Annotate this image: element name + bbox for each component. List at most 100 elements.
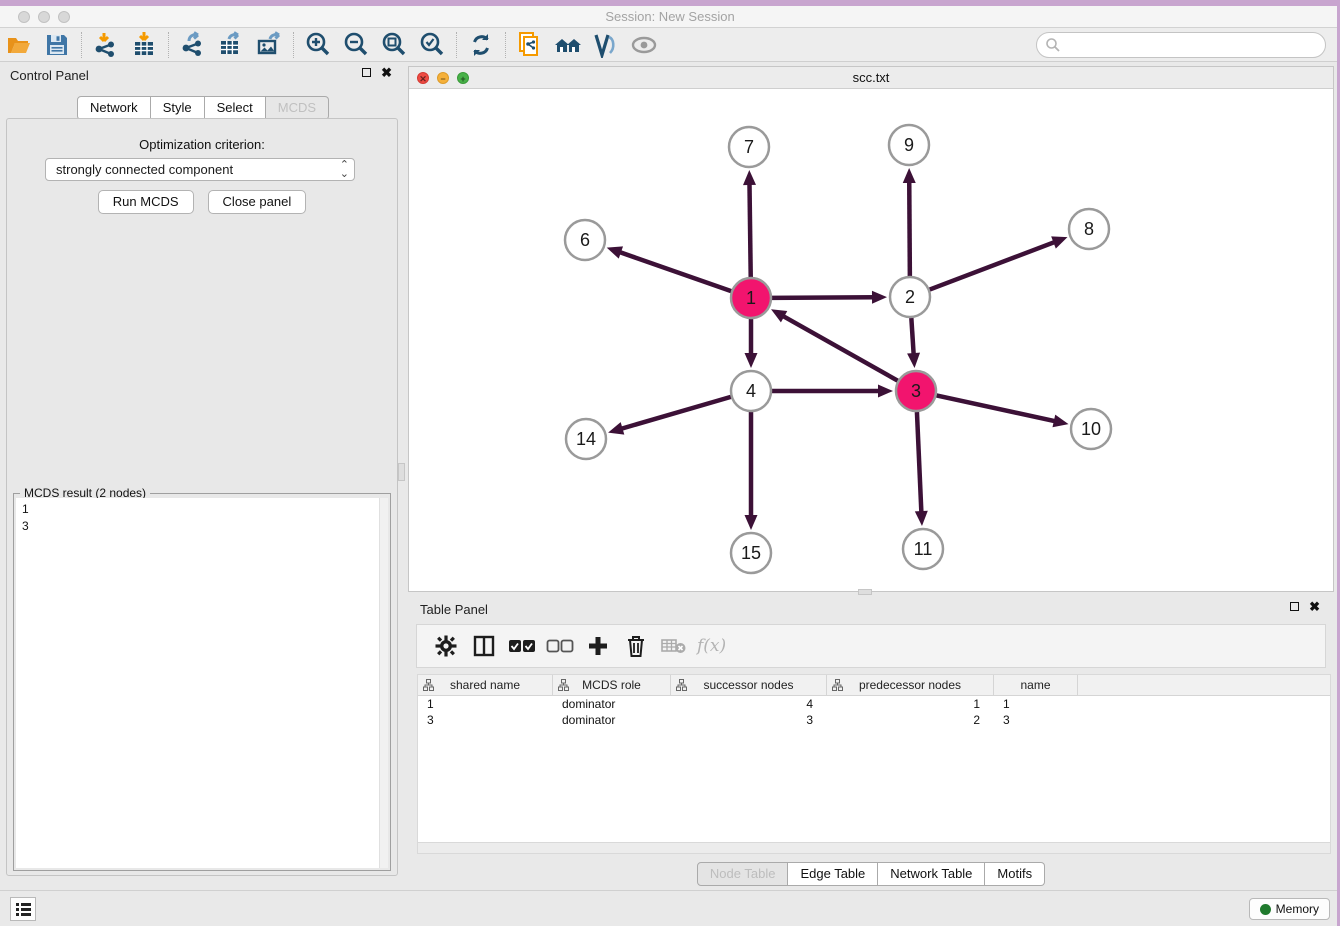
delete-table-icon[interactable]	[655, 628, 693, 664]
edge-2-8[interactable]	[930, 241, 1057, 289]
edge-2-3[interactable]	[911, 318, 913, 356]
graph-node-8[interactable]: 8	[1069, 209, 1109, 249]
table-panel: Table Panel ✖ f(x) shared nameMCDS rol	[408, 596, 1334, 888]
export-table-icon[interactable]	[214, 30, 248, 60]
clone-network-icon[interactable]	[513, 30, 547, 60]
network-window-titlebar[interactable]: ✕ − + scc.txt	[409, 67, 1333, 89]
table-header-row: shared nameMCDS rolesuccessor nodesprede…	[418, 675, 1330, 696]
float-panel-icon[interactable]	[362, 68, 371, 77]
graph-node-3[interactable]: 3	[896, 371, 936, 411]
zoom-in-icon[interactable]	[301, 30, 335, 60]
graph-node-9[interactable]: 9	[889, 125, 929, 165]
network-graph[interactable]: 7 9 6 8 1 2 4 3 14 10 15 11	[409, 89, 1333, 591]
graph-node-10[interactable]: 10	[1071, 409, 1111, 449]
graph-node-14[interactable]: 14	[566, 419, 606, 459]
column-header-predecessor-nodes[interactable]: predecessor nodes	[827, 675, 994, 695]
save-icon[interactable]	[40, 30, 74, 60]
import-table-icon[interactable]	[127, 30, 161, 60]
apply-layout-icon[interactable]	[464, 30, 498, 60]
graph-node-2[interactable]: 2	[890, 277, 930, 317]
export-network-icon[interactable]	[176, 30, 210, 60]
search-field[interactable]	[1036, 32, 1326, 58]
memory-button[interactable]: Memory	[1249, 898, 1330, 920]
main-titlebar: Session: New Session	[0, 6, 1340, 28]
graph-node-11[interactable]: 11	[903, 529, 943, 569]
tab-edge-table[interactable]: Edge Table	[788, 862, 878, 886]
result-scrollbar[interactable]	[379, 498, 388, 868]
graph-node-15[interactable]: 15	[731, 533, 771, 573]
column-header-shared-name[interactable]: shared name	[418, 675, 553, 695]
list-icon	[16, 903, 31, 916]
edge-3-11[interactable]	[917, 412, 922, 514]
cell-predecessor-nodes[interactable]: 1	[827, 696, 994, 712]
export-image-icon[interactable]	[252, 30, 286, 60]
tab-mcds[interactable]: MCDS	[266, 96, 329, 120]
edge-3-1[interactable]	[781, 315, 897, 381]
edge-1-6[interactable]	[618, 252, 731, 292]
arrowhead-2-8	[1051, 236, 1067, 248]
network-canvas[interactable]: 7 9 6 8 1 2 4 3 14 10 15 11	[409, 89, 1333, 591]
add-column-icon[interactable]	[579, 628, 617, 664]
cell-name[interactable]: 3	[994, 712, 1078, 728]
edge-4-14[interactable]	[620, 397, 731, 429]
cell-MCDS-role[interactable]: dominator	[553, 696, 671, 712]
criterion-dropdown[interactable]: strongly connected component ⌃⌄	[45, 158, 355, 181]
table-scrollbar[interactable]	[417, 842, 1331, 854]
run-mcds-button[interactable]: Run MCDS	[98, 190, 194, 214]
cell-successor-nodes[interactable]: 4	[671, 696, 827, 712]
close-panel-icon[interactable]: ✖	[381, 68, 392, 77]
cell-successor-nodes[interactable]: 3	[671, 712, 827, 728]
zoom-out-icon[interactable]	[339, 30, 373, 60]
split-panel-icon[interactable]	[465, 628, 503, 664]
tab-network-table[interactable]: Network Table	[878, 862, 985, 886]
select-all-columns-icon[interactable]	[503, 628, 541, 664]
task-history-button[interactable]	[10, 897, 36, 921]
float-table-panel-icon[interactable]	[1290, 602, 1299, 611]
table-settings-icon[interactable]	[427, 628, 465, 664]
cell-predecessor-nodes[interactable]: 2	[827, 712, 994, 728]
cell-shared-name[interactable]: 3	[418, 712, 553, 728]
cell-shared-name[interactable]: 1	[418, 696, 553, 712]
graph-node-7[interactable]: 7	[729, 127, 769, 167]
home-layout-icon[interactable]	[551, 30, 585, 60]
node-table[interactable]: shared nameMCDS rolesuccessor nodesprede…	[417, 674, 1331, 842]
graph-node-6[interactable]: 6	[565, 220, 605, 260]
dropdown-stepper-icon: ⌃⌄	[340, 161, 348, 179]
deselect-all-columns-icon[interactable]	[541, 628, 579, 664]
close-table-panel-icon[interactable]: ✖	[1309, 602, 1320, 611]
graph-node-1[interactable]: 1	[731, 278, 771, 318]
open-folder-icon[interactable]	[2, 30, 36, 60]
arrowhead-1-6	[607, 246, 623, 258]
vizmapper-icon[interactable]	[589, 30, 623, 60]
edge-3-10[interactable]	[937, 395, 1057, 421]
cell-name[interactable]: 1	[994, 696, 1078, 712]
toolbar-separator	[81, 32, 82, 58]
import-network-icon[interactable]	[89, 30, 123, 60]
mcds-result-textarea[interactable]: 1 3	[16, 498, 388, 868]
edge-2-9[interactable]	[909, 180, 910, 276]
column-header-MCDS-role[interactable]: MCDS role	[553, 675, 671, 695]
tab-network[interactable]: Network	[77, 96, 151, 120]
tab-node-table[interactable]: Node Table	[697, 862, 789, 886]
tab-motifs[interactable]: Motifs	[985, 862, 1045, 886]
show-hide-icon[interactable]	[627, 30, 661, 60]
zoom-fit-icon[interactable]	[377, 30, 411, 60]
horizontal-splitter-grip[interactable]	[858, 589, 872, 595]
close-panel-button[interactable]: Close panel	[208, 190, 307, 214]
tab-style[interactable]: Style	[151, 96, 205, 120]
criterion-dropdown-value: strongly connected component	[56, 162, 340, 177]
function-builder-icon[interactable]: f(x)	[697, 636, 726, 656]
column-header-name[interactable]: name	[994, 675, 1078, 695]
cell-MCDS-role[interactable]: dominator	[553, 712, 671, 728]
table-row[interactable]: 3dominator323	[418, 712, 1330, 728]
graph-node-4[interactable]: 4	[731, 371, 771, 411]
column-header-successor-nodes[interactable]: successor nodes	[671, 675, 827, 695]
delete-column-icon[interactable]	[617, 628, 655, 664]
table-row[interactable]: 1dominator411	[418, 696, 1330, 712]
edge-1-2[interactable]	[772, 297, 875, 298]
zoom-selected-icon[interactable]	[415, 30, 449, 60]
edge-1-7[interactable]	[749, 182, 750, 277]
vertical-splitter-grip[interactable]	[398, 463, 405, 481]
tab-select[interactable]: Select	[205, 96, 266, 120]
search-input[interactable]	[1061, 35, 1325, 55]
